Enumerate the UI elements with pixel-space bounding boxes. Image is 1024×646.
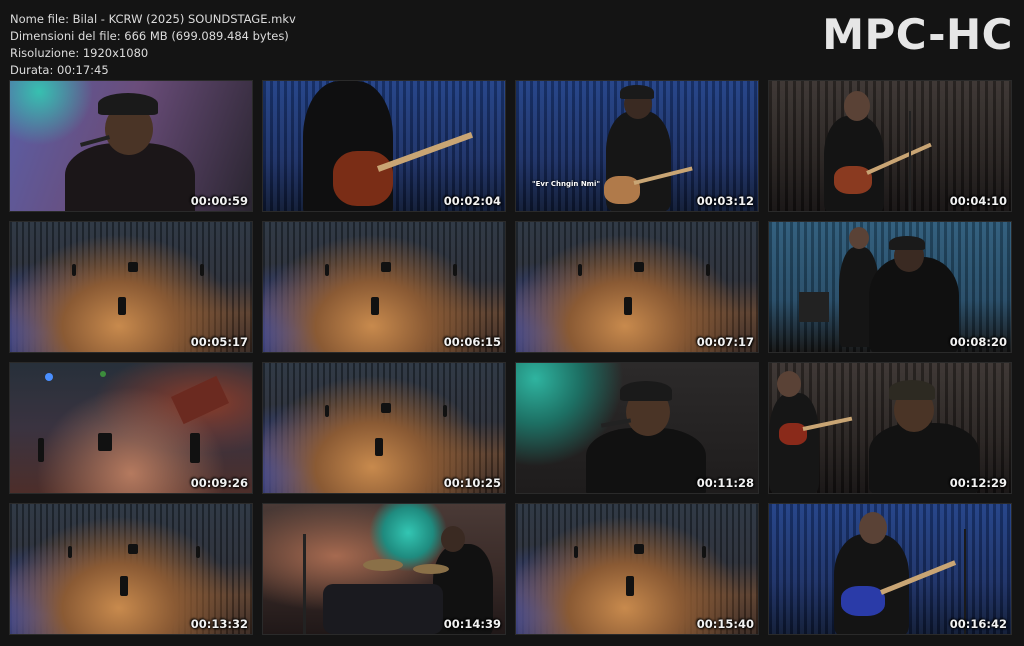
video-frame (10, 363, 252, 493)
video-frame (263, 504, 505, 634)
file-name: Nome file: Bilal - KCRW (2025) SOUNDSTAG… (10, 12, 296, 26)
thumbnail[interactable]: 00:09:26 (9, 362, 253, 494)
timestamp: 00:12:29 (949, 476, 1007, 490)
subtitle-caption: "Evr Chngin Nmi" (532, 180, 601, 188)
thumbnail[interactable]: 00:15:40 (515, 503, 759, 635)
thumbnail[interactable]: 00:12:29 (768, 362, 1012, 494)
timestamp: 00:08:20 (949, 335, 1007, 349)
thumbnail-grid: 00:00:59 00:02:04 "Evr Chngin Nmi" 00:03… (9, 80, 1012, 635)
timestamp: 00:07:17 (696, 335, 754, 349)
thumbnail[interactable]: 00:10:25 (262, 362, 506, 494)
timestamp: 00:02:04 (443, 194, 501, 208)
video-frame (516, 363, 758, 493)
video-frame (10, 222, 252, 352)
timestamp: 00:00:59 (190, 194, 248, 208)
video-frame (516, 222, 758, 352)
timestamp: 00:14:39 (443, 617, 501, 631)
thumbnail[interactable]: 00:13:32 (9, 503, 253, 635)
video-frame (10, 81, 252, 211)
timestamp: 00:10:25 (443, 476, 501, 490)
thumbnail[interactable]: 00:06:15 (262, 221, 506, 353)
thumbnail[interactable]: 00:11:28 (515, 362, 759, 494)
thumbnail[interactable]: 00:04:10 (768, 80, 1012, 212)
file-size: Dimensioni del file: 666 MB (699.089.484… (10, 29, 289, 43)
video-frame (769, 81, 1011, 211)
video-frame (263, 363, 505, 493)
video-frame (263, 81, 505, 211)
file-info: Nome file: Bilal - KCRW (2025) SOUNDSTAG… (10, 11, 296, 79)
video-frame (769, 363, 1011, 493)
video-frame (516, 81, 758, 211)
video-frame (769, 222, 1011, 352)
video-frame (10, 504, 252, 634)
timestamp: 00:13:32 (190, 617, 248, 631)
mpc-hc-logo: MPC-HC (822, 10, 1013, 59)
thumbnail[interactable]: 00:14:39 (262, 503, 506, 635)
timestamp: 00:16:42 (949, 617, 1007, 631)
file-resolution: Risoluzione: 1920x1080 (10, 46, 149, 60)
video-frame (769, 504, 1011, 634)
timestamp: 00:03:12 (696, 194, 754, 208)
timestamp: 00:05:17 (190, 335, 248, 349)
thumbnail[interactable]: 00:07:17 (515, 221, 759, 353)
video-frame (263, 222, 505, 352)
timestamp: 00:06:15 (443, 335, 501, 349)
timestamp: 00:15:40 (696, 617, 754, 631)
timestamp: 00:09:26 (190, 476, 248, 490)
thumbnail[interactable]: 00:08:20 (768, 221, 1012, 353)
thumbnail[interactable]: 00:16:42 (768, 503, 1012, 635)
file-duration: Durata: 00:17:45 (10, 63, 109, 77)
timestamp: 00:11:28 (696, 476, 754, 490)
thumbnail[interactable]: 00:02:04 (262, 80, 506, 212)
thumbnail[interactable]: 00:05:17 (9, 221, 253, 353)
timestamp: 00:04:10 (949, 194, 1007, 208)
thumbnail[interactable]: 00:00:59 (9, 80, 253, 212)
thumbnail[interactable]: "Evr Chngin Nmi" 00:03:12 (515, 80, 759, 212)
video-frame (516, 504, 758, 634)
